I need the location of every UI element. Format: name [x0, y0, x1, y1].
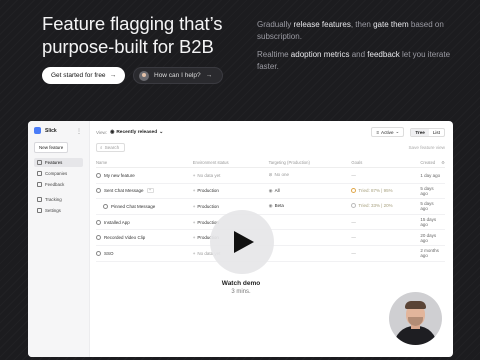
table-row[interactable]: My new feature + No data yet ⊘ No one — 1 …	[96, 167, 445, 184]
play-icon	[234, 231, 254, 253]
table-header: Name Environment status Targeting (Produ…	[96, 158, 445, 168]
feature-icon	[96, 188, 101, 194]
tab-tree[interactable]: Tree	[411, 128, 429, 136]
chevron-down-icon: ⌄	[159, 129, 164, 135]
hero-desc-line-2: Realtime adoption metrics and feedback l…	[257, 50, 451, 71]
hero-description: Gradually release features, then gate th…	[257, 19, 457, 79]
gear-icon	[37, 208, 42, 213]
feature-icon	[103, 203, 108, 209]
goal-ring-icon	[351, 203, 357, 209]
brand-name: Slick	[45, 127, 57, 134]
get-started-label: Get started for free	[51, 72, 106, 79]
view-toggle: Tree List	[410, 127, 445, 137]
table-row[interactable]: Pinned Chat Message + Production ◉ Beta Tr…	[96, 198, 445, 215]
search-input[interactable]: ⌕ Search	[96, 143, 125, 152]
chevron-down-icon: ⌄	[395, 129, 400, 134]
more-icon[interactable]: ⋮	[76, 128, 82, 135]
settings-icon[interactable]: ⚙	[441, 158, 445, 168]
view-label: View:	[96, 129, 108, 135]
table-toolbar: ⌕ Search Save feature view	[96, 143, 445, 152]
sidebar-item-companies[interactable]: Companies	[34, 169, 83, 178]
eye-icon: ◉	[110, 129, 115, 135]
tab-list[interactable]: List	[429, 129, 444, 136]
feature-icon	[96, 172, 101, 178]
help-button[interactable]: How can I help? →	[133, 67, 224, 84]
arrow-right-icon: →	[205, 72, 213, 79]
help-label: How can I help?	[154, 72, 201, 79]
status-filter[interactable]: ≡ Active ⌄	[371, 127, 405, 137]
goal-ring-icon	[351, 187, 357, 193]
sidebar-item-tracking[interactable]: Tracking	[34, 195, 83, 204]
avatar	[139, 70, 149, 81]
watch-demo-title: Watch demo	[221, 280, 261, 287]
feature-icon	[96, 250, 101, 256]
building-icon	[37, 171, 42, 176]
feature-icon	[96, 235, 101, 241]
tracking-icon	[37, 197, 42, 202]
get-started-button[interactable]: Get started for free →	[42, 67, 126, 84]
new-feature-button[interactable]: New feature	[34, 142, 69, 153]
hero-desc-line-1: Gradually release features, then gate th…	[257, 20, 444, 41]
save-view-button[interactable]: Save feature view	[408, 145, 445, 150]
topbar: View: ◉ Recently released ⌄ ≡ Active ⌄ T…	[96, 127, 445, 137]
expand-icon: +	[146, 188, 154, 194]
sidebar: Slick ⋮ New feature Features Companies F…	[28, 121, 90, 357]
play-video-button[interactable]	[210, 210, 274, 274]
search-icon: ⌕	[100, 145, 103, 150]
logo-icon	[34, 127, 41, 134]
flag-icon	[37, 160, 42, 165]
sidebar-item-settings[interactable]: Settings	[34, 206, 83, 215]
feature-icon	[96, 219, 101, 225]
view-select[interactable]: ◉ Recently released ⌄	[110, 130, 163, 135]
filter-icon: ≡	[376, 129, 380, 135]
table-row[interactable]: Sent Chat Message + + Production ◉ All Trie…	[96, 183, 445, 200]
sidebar-item-features[interactable]: Features	[34, 158, 83, 167]
hero-title: Feature flagging that’s purpose-built fo…	[42, 13, 223, 57]
sidebar-item-feedback[interactable]: Feedback	[34, 180, 83, 189]
arrow-right-icon: →	[109, 72, 117, 79]
presenter-video-bubble[interactable]	[389, 292, 442, 345]
watch-demo-duration: 3 mins.	[231, 289, 251, 295]
chat-icon	[37, 182, 42, 187]
